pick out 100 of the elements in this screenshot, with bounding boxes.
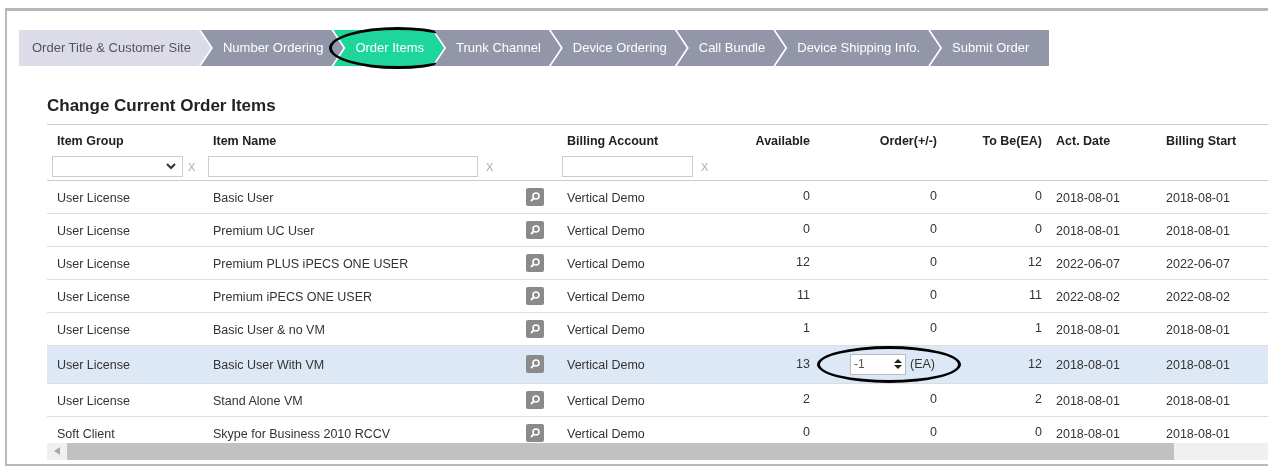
table-cell-text: 0 <box>930 254 937 272</box>
table-cell-text: 12 <box>796 254 810 272</box>
column-header: Available <box>755 132 810 150</box>
table-cell: User License <box>57 223 130 238</box>
search-button[interactable] <box>525 390 544 409</box>
scroll-left-icon <box>54 447 60 455</box>
table-cell-text: 0 <box>803 424 810 442</box>
search-button[interactable] <box>525 423 544 442</box>
step-tab[interactable]: Call Bundle <box>676 30 786 66</box>
search-button[interactable] <box>525 253 544 272</box>
billing-filter-field[interactable] <box>562 156 693 178</box>
table-cell-text: 0 <box>930 221 937 239</box>
table-cell: Stand Alone VM <box>213 393 303 408</box>
table-cell: Vertical Demo <box>567 426 645 441</box>
table-cell: Basic User <box>213 190 274 205</box>
table-cell: Premium UC User <box>213 223 315 238</box>
search-button[interactable] <box>525 355 544 373</box>
table-cell: Basic User & no VM <box>213 322 325 337</box>
table-cell: User License <box>57 358 130 372</box>
table-cell-text: 12 <box>1028 254 1042 272</box>
column-header: Billing Start <box>1166 132 1237 150</box>
search-button[interactable] <box>525 187 544 206</box>
table-cell-text: 13 <box>796 355 810 373</box>
search-button[interactable] <box>525 286 544 305</box>
step-tab[interactable]: Device Ordering <box>550 30 687 66</box>
table-cell-text: 2 <box>1035 391 1042 409</box>
column-header: To Be(EA) <box>982 132 1042 150</box>
table-row[interactable]: User License Basic User With VM Vertical Demo 13 -1 (EA) 12 2018-08-01 2018-08-01 <box>47 345 1268 384</box>
table-cell: 2018-08-01 <box>1056 426 1120 441</box>
table-cell: User License <box>57 289 130 304</box>
step-tab[interactable]: Order Title & Customer Site <box>19 30 211 66</box>
chevron-down-icon <box>166 163 176 171</box>
table-cell-text: 0 <box>930 188 937 206</box>
table-cell-text: 0 <box>930 424 937 442</box>
table-cell-text: 11 <box>797 287 810 305</box>
table-cell-text: 0 <box>803 221 810 239</box>
table-cell-text: 2 <box>803 391 810 409</box>
order-quantity-field[interactable]: -1 <box>850 353 906 375</box>
table-cell: 2018-08-01 <box>1166 358 1230 372</box>
table-cell-text: 0 <box>930 320 937 338</box>
step-tab[interactable]: Submit Order <box>930 30 1050 66</box>
table-cell-text: 1 <box>1035 320 1042 338</box>
table-cell-text: 0 <box>1035 188 1042 206</box>
search-icon <box>528 190 541 203</box>
table-cell: User License <box>57 190 130 205</box>
table-cell-text: 0 <box>1035 221 1042 239</box>
table-cell: 2018-08-01 <box>1166 426 1230 441</box>
table-cell: Vertical Demo <box>567 223 645 238</box>
step-tab[interactable]: Device Shipping Info. <box>775 30 941 66</box>
table-cell: 2022-08-02 <box>1166 289 1230 304</box>
column-header: Item Name <box>212 132 277 150</box>
table-cell: 2018-08-01 <box>1166 190 1230 205</box>
table-cell: 2018-08-01 <box>1166 322 1230 337</box>
table-cell: 2018-08-01 <box>1056 358 1120 372</box>
table-cell: Vertical Demo <box>567 289 645 304</box>
table-cell-text: 0 <box>803 188 810 206</box>
table-cell: Skype for Business 2010 RCCV <box>213 426 391 441</box>
search-icon <box>528 289 541 302</box>
search-icon <box>528 223 541 236</box>
table-cell: 2022-06-07 <box>1166 256 1230 271</box>
search-icon <box>528 426 541 439</box>
table-cell: 2022-06-07 <box>1056 256 1120 271</box>
search-icon <box>528 256 541 269</box>
column-header: Act. Date <box>1056 132 1111 150</box>
table-cell-text: 11 <box>1029 287 1042 305</box>
table-cell: 2018-08-01 <box>1056 223 1120 238</box>
table-cell: User License <box>57 393 130 408</box>
table-cell: Vertical Demo <box>567 190 645 205</box>
column-header: Billing Account <box>566 132 659 150</box>
search-icon <box>528 322 541 335</box>
column-header: Item Group <box>56 132 124 150</box>
table-cell: User License <box>57 256 130 271</box>
table-cell: 2018-08-01 <box>1166 223 1230 238</box>
table-cell: User License <box>57 322 130 337</box>
table-cell-text: 0 <box>930 287 937 305</box>
table-cell: 2022-08-02 <box>1056 289 1120 304</box>
table-cell-text: 0 <box>1035 424 1042 442</box>
table-cell-text: 12 <box>1028 355 1042 373</box>
column-header: Order(+/-) <box>879 132 937 150</box>
spinner-icon <box>894 358 902 370</box>
unit-label: (EA) <box>910 355 935 373</box>
search-button[interactable] <box>525 319 544 338</box>
table-cell: Premium PLUS iPECS ONE USER <box>213 256 409 271</box>
step-tab[interactable]: Trunk Channel <box>434 30 561 66</box>
name-filter-field[interactable] <box>208 156 478 178</box>
table-cell-text: 0 <box>930 391 937 409</box>
table-cell: Vertical Demo <box>567 322 645 337</box>
section-title: Change Current Order Items <box>47 93 1268 125</box>
table-cell: Vertical Demo <box>567 358 645 372</box>
step-tab[interactable]: Number Ordering <box>200 30 344 66</box>
table-cell: 2018-08-01 <box>1056 190 1120 205</box>
table-cell: 2018-08-01 <box>1166 393 1230 408</box>
search-button[interactable] <box>525 220 544 239</box>
table-cell: Soft Client <box>57 426 115 441</box>
table-cell: 2018-08-01 <box>1056 393 1120 408</box>
search-icon <box>528 393 541 406</box>
search-icon <box>528 358 541 370</box>
table-cell-text: 1 <box>803 320 810 338</box>
table-cell: Vertical Demo <box>567 256 645 271</box>
table-cell: 2018-08-01 <box>1056 322 1120 337</box>
